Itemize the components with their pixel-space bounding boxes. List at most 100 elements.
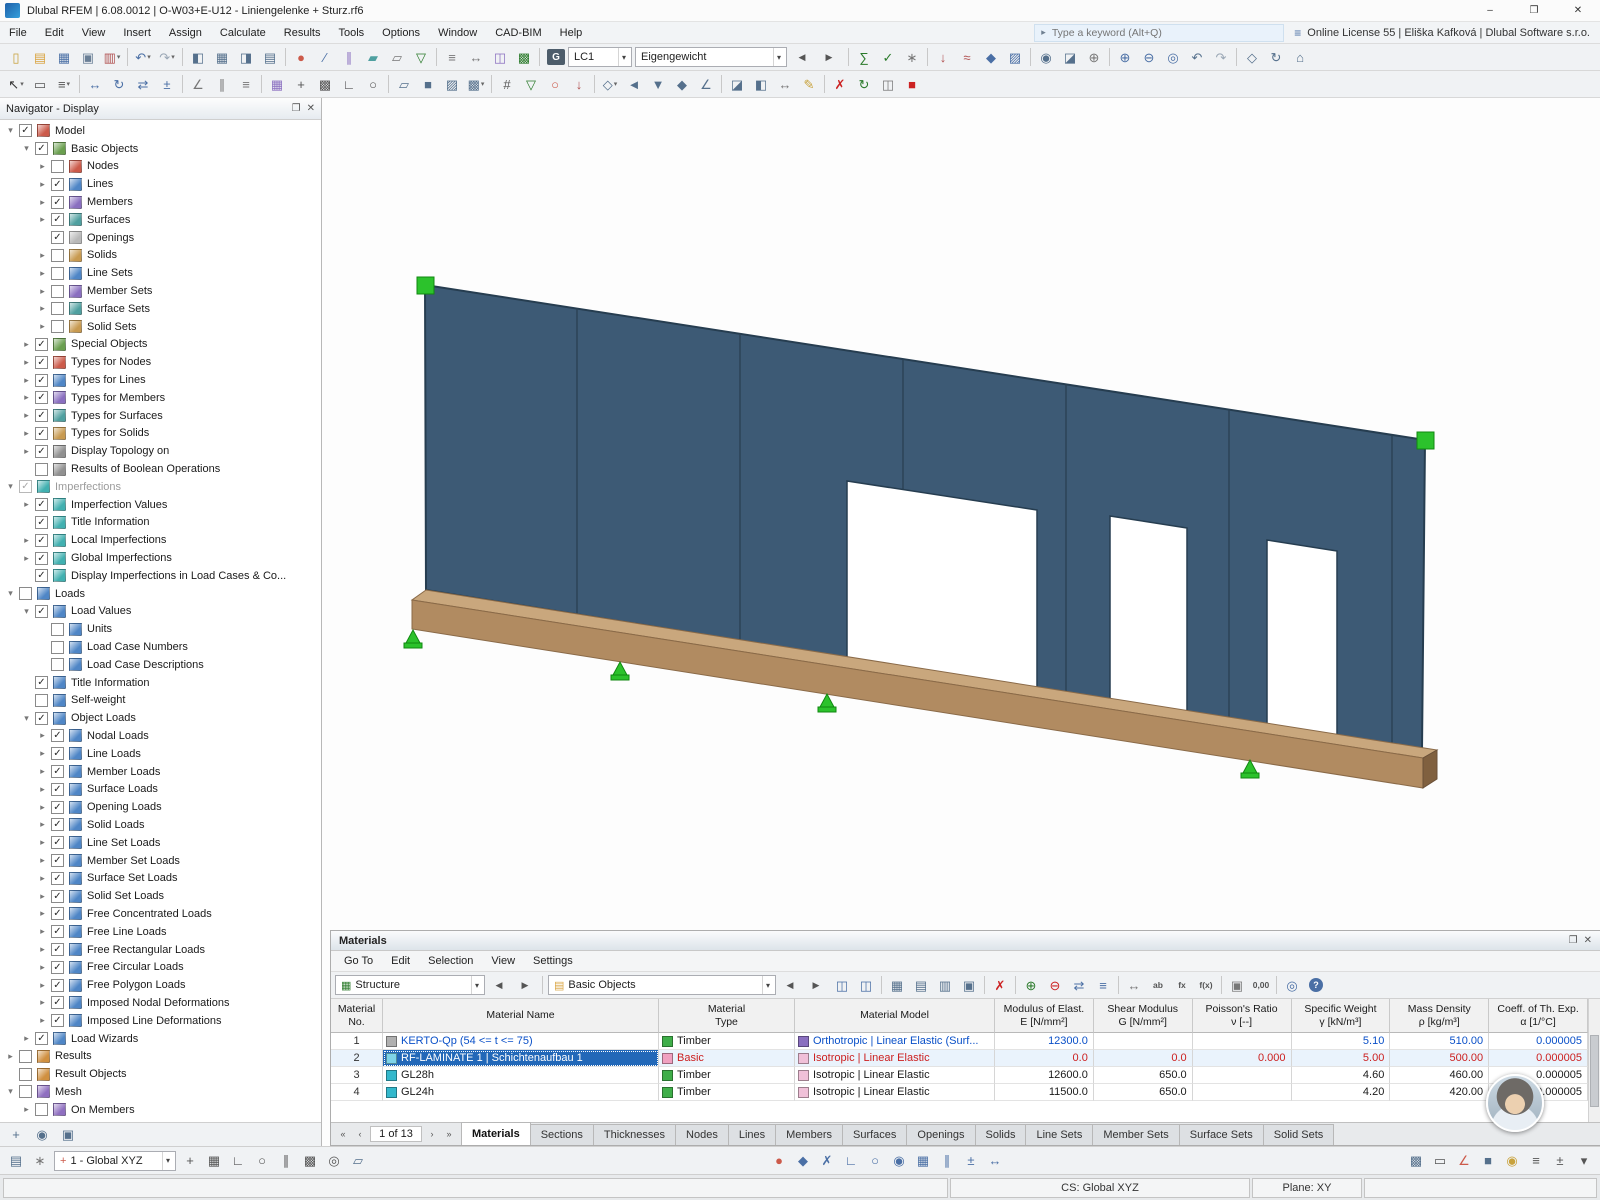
grid-snap-icon[interactable]: ▩ <box>313 73 337 95</box>
camera-snapshot-icon[interactable]: ▣ <box>56 1124 80 1146</box>
column-header[interactable]: Mass Density ρ [kg/m³] <box>1390 999 1490 1033</box>
next-page-button[interactable]: › <box>425 1129 439 1139</box>
value-cell[interactable]: 0.000005 <box>1489 1033 1588 1050</box>
expand-arrow[interactable]: ▸ <box>36 908 49 919</box>
object-snap-icon[interactable]: ○ <box>361 73 385 95</box>
keyword-search[interactable]: ▸ <box>1034 23 1285 42</box>
materials-menu-view[interactable]: View <box>482 951 524 972</box>
show-numbering-icon[interactable]: # <box>495 73 519 95</box>
license-info[interactable]: ≡ Online License 55 | Eliška Kafková | D… <box>1284 26 1600 40</box>
material-name-cell[interactable]: GL28h <box>383 1067 659 1084</box>
expand-arrow[interactable]: ▸ <box>20 535 33 546</box>
first-table-button[interactable]: « <box>336 1129 350 1139</box>
snap-center-icon[interactable]: ◉ <box>887 1150 911 1172</box>
material-row-3[interactable]: 3 GL28h Timber Isotropic | Linear Elastic 12… <box>331 1067 1588 1084</box>
checkbox[interactable]: ✓ <box>51 889 64 903</box>
tree-item-solids[interactable]: ▸ Solids <box>0 247 321 265</box>
maximize-button[interactable]: ❐ <box>1512 0 1556 21</box>
move-row-icon[interactable]: ⇄ <box>1067 974 1091 996</box>
snap-icon[interactable]: + <box>178 1150 202 1172</box>
print-icon[interactable]: ▣ <box>76 46 100 68</box>
expand-arrow[interactable]: ▸ <box>36 784 49 795</box>
coordinate-system-combo[interactable]: + 1 - Global XYZ ▾ <box>54 1150 176 1171</box>
expand-arrow[interactable]: ▸ <box>36 962 49 973</box>
value-cell[interactable]: 420.00 <box>1390 1084 1490 1101</box>
navigator-toggle-icon[interactable]: ◧ <box>186 46 210 68</box>
value-cell[interactable]: 0.0 <box>1093 1050 1193 1067</box>
row-number-cell[interactable]: 2 <box>331 1050 383 1067</box>
checkbox[interactable] <box>51 658 64 672</box>
tree-item-free-rectangular-loads[interactable]: ▸ ✓ Free Rectangular Loads <box>0 941 321 959</box>
tree-item-loads[interactable]: ▾ Loads <box>0 585 321 603</box>
checkbox[interactable]: ✓ <box>35 711 48 725</box>
material-type-cell[interactable]: Basic <box>659 1050 795 1067</box>
tree-item-types-for-nodes[interactable]: ▸ ✓ Types for Nodes <box>0 353 321 371</box>
tree-item-surface-sets[interactable]: ▸ Surface Sets <box>0 300 321 318</box>
table-tab-lines[interactable]: Lines <box>727 1124 777 1145</box>
expand-arrow[interactable]: ▸ <box>20 339 33 350</box>
render-quality-icon[interactable]: ■ <box>1476 1150 1500 1172</box>
expand-arrow[interactable]: ▸ <box>36 819 49 830</box>
next-category-button[interactable]: ▶ <box>804 974 828 996</box>
expand-arrow[interactable]: ▸ <box>36 926 49 937</box>
checkbox[interactable] <box>51 248 64 262</box>
ortho-mode-icon[interactable]: ∟ <box>337 73 361 95</box>
select-pointer-icon[interactable]: ↖ ▾ <box>4 73 28 95</box>
rendering-icon[interactable]: ▩ ▾ <box>464 73 488 95</box>
checkbox[interactable] <box>51 302 64 316</box>
tree-item-nodal-loads[interactable]: ▸ ✓ Nodal Loads <box>0 727 321 745</box>
expand-arrow[interactable]: ▸ <box>36 197 49 208</box>
menu-insert[interactable]: Insert <box>114 22 160 44</box>
materials-menu-go-to[interactable]: Go To <box>335 951 382 972</box>
value-cell[interactable]: 12600.0 <box>995 1067 1094 1084</box>
clipping-planes-icon[interactable]: ◪ <box>1058 46 1082 68</box>
menu-edit[interactable]: Edit <box>36 22 73 44</box>
expand-arrow[interactable]: ▸ <box>36 286 49 297</box>
expand-arrow[interactable]: ▸ <box>36 748 49 759</box>
checkbox[interactable]: ✓ <box>51 231 64 245</box>
rotate-icon[interactable]: ↻ <box>107 73 131 95</box>
expand-arrow[interactable]: ▸ <box>36 980 49 991</box>
add-row-icon[interactable]: ⊕ <box>1019 974 1043 996</box>
checkbox[interactable]: ✓ <box>35 569 48 583</box>
snap-perpendicular-icon[interactable]: ∟ <box>839 1150 863 1172</box>
tree-item-free-concentrated-loads[interactable]: ▸ ✓ Free Concentrated Loads <box>0 905 321 923</box>
expand-arrow[interactable]: ▸ <box>20 410 33 421</box>
checkbox[interactable]: ✓ <box>35 551 48 565</box>
expand-arrow[interactable]: ▸ <box>36 303 49 314</box>
tree-item-results[interactable]: ▸ Results <box>0 1047 321 1065</box>
table-tab-thicknesses[interactable]: Thicknesses <box>592 1124 677 1145</box>
tree-item-imposed-line-deformations[interactable]: ▸ ✓ Imposed Line Deformations <box>0 1012 321 1030</box>
column-header[interactable]: Material Model <box>795 999 995 1033</box>
select-special-icon[interactable]: ≡ ▾ <box>52 73 76 95</box>
tree-item-display-topology-on[interactable]: ▸ ✓ Display Topology on <box>0 442 321 460</box>
checkbox[interactable]: ✓ <box>51 818 64 832</box>
expand-arrow[interactable]: ▸ <box>36 179 49 190</box>
material-model-cell[interactable]: Isotropic | Linear Elastic <box>795 1050 995 1067</box>
fit-columns-icon[interactable]: ↔ <box>1122 974 1146 996</box>
table-scrollbar[interactable] <box>1588 999 1600 1122</box>
show-results-icon[interactable]: ≈ <box>955 46 979 68</box>
expand-arrow[interactable]: ▾ <box>20 606 33 617</box>
value-cell[interactable]: 11500.0 <box>995 1084 1094 1101</box>
snap-grid-points-icon[interactable]: ▦ <box>911 1150 935 1172</box>
formula-icon[interactable]: fx <box>1170 974 1194 996</box>
checkbox[interactable]: ✓ <box>19 480 32 494</box>
expand-arrow[interactable]: ▸ <box>20 1104 33 1115</box>
menu-file[interactable]: File <box>0 22 36 44</box>
value-cell[interactable] <box>1192 1067 1292 1084</box>
tree-item-types-for-members[interactable]: ▸ ✓ Types for Members <box>0 389 321 407</box>
checkbox[interactable]: ✓ <box>35 337 48 351</box>
tree-item-member-loads[interactable]: ▸ ✓ Member Loads <box>0 763 321 781</box>
load-case-name-combo[interactable]: Eigengewicht ▾ <box>635 47 787 67</box>
expand-arrow[interactable]: ▸ <box>36 250 49 261</box>
expand-arrow[interactable]: ▸ <box>36 1015 49 1026</box>
perspective-icon[interactable]: ∠ <box>694 73 718 95</box>
axes-display-icon[interactable]: ∠ <box>1452 1150 1476 1172</box>
dimensions-icon[interactable]: ↔ <box>464 46 488 68</box>
checkbox[interactable]: ✓ <box>35 498 48 512</box>
line-grid-icon[interactable]: ▦ <box>265 73 289 95</box>
tree-item-member-sets[interactable]: ▸ Member Sets <box>0 282 321 300</box>
snap-settings-icon[interactable]: + <box>289 73 313 95</box>
new-model-icon[interactable]: ▯ <box>4 46 28 68</box>
